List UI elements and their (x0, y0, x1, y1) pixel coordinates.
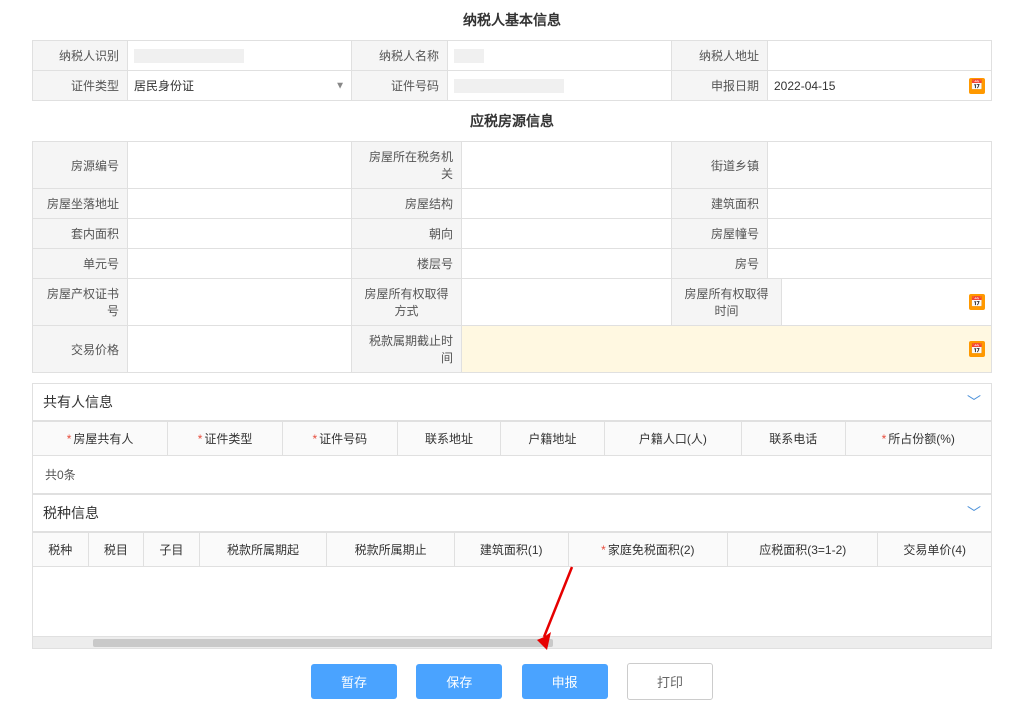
th-owner: *房屋共有人 (33, 422, 168, 456)
field-taxpayer-address[interactable] (768, 40, 992, 71)
th-phone: 联系电话 (742, 422, 845, 456)
coowner-empty-row: 共0条 (33, 456, 992, 494)
temp-save-button[interactable]: 暂存 (311, 664, 397, 699)
value-id-type: 居民身份证 (134, 77, 194, 94)
field-id-type[interactable]: 居民身份证 ▼ (128, 71, 352, 101)
dropdown-icon: ▼ (335, 80, 345, 91)
field-id-number[interactable] (448, 71, 672, 101)
coowner-table: *房屋共有人 *证件类型 *证件号码 联系地址 户籍地址 户籍人口(人) 联系电… (32, 421, 992, 494)
declare-button[interactable]: 申报 (522, 664, 608, 699)
calendar-icon[interactable]: 📅 (969, 294, 985, 310)
chevron-down-icon[interactable]: ﹀ (967, 392, 981, 412)
label-declare-date: 申报日期 (672, 71, 768, 101)
label-structure: 房屋结构 (352, 189, 462, 219)
field-acquire-time[interactable]: 📅 (782, 279, 992, 326)
field-build-area[interactable] (768, 189, 992, 219)
field-source-no[interactable] (128, 141, 352, 189)
label-town: 街道乡镇 (672, 141, 768, 189)
section-title-basic: 纳税人基本信息 (32, 0, 992, 40)
th-reg-pop: 户籍人口(人) (604, 422, 741, 456)
field-tax-org[interactable] (462, 141, 672, 189)
field-cert-no[interactable] (128, 279, 352, 326)
th-share: *所占份额(%) (845, 422, 992, 456)
print-button[interactable]: 打印 (627, 663, 713, 700)
label-floor-no: 楼层号 (352, 249, 462, 279)
th-unit-price4: 交易单价(4) (878, 533, 992, 567)
label-unit-no: 单元号 (32, 249, 128, 279)
field-structure[interactable] (462, 189, 672, 219)
field-declare-date[interactable]: 2022-04-15 📅 (768, 71, 992, 101)
label-taxpayer-id: 纳税人识别 (32, 40, 128, 71)
th-reg-addr: 户籍地址 (501, 422, 604, 456)
field-floor-no[interactable] (462, 249, 672, 279)
chevron-down-icon[interactable]: ﹀ (967, 503, 981, 523)
label-acquire-time: 房屋所有权取得时间 (672, 279, 782, 326)
label-price: 交易价格 (32, 326, 128, 373)
panel-taxinfo-title: 税种信息 (43, 503, 99, 523)
th-family-exempt2: *家庭免税面积(2) (568, 533, 728, 567)
th-period-end: 税款所属期止 (327, 533, 455, 567)
basic-row-1: 纳税人识别 纳税人名称 纳税人地址 (32, 40, 992, 71)
label-taxpayer-address: 纳税人地址 (672, 40, 768, 71)
th-tax-type: 税种 (33, 533, 89, 567)
label-id-number: 证件号码 (352, 71, 448, 101)
label-tax-period-end: 税款属期截止时间 (352, 326, 462, 373)
basic-row-2: 证件类型 居民身份证 ▼ 证件号码 申报日期 2022-04-15 📅 (32, 71, 992, 101)
th-tax-item: 税目 (88, 533, 144, 567)
value-declare-date: 2022-04-15 (774, 79, 835, 93)
label-tax-org: 房屋所在税务机关 (352, 141, 462, 189)
field-acquire-method[interactable] (462, 279, 672, 326)
label-inner-area: 套内面积 (32, 219, 128, 249)
field-price[interactable] (128, 326, 352, 373)
label-acquire-method: 房屋所有权取得方式 (352, 279, 462, 326)
field-town[interactable] (768, 141, 992, 189)
th-build-area1: 建筑面积(1) (454, 533, 568, 567)
th-id-type: *证件类型 (168, 422, 283, 456)
label-id-type: 证件类型 (32, 71, 128, 101)
field-unit-no[interactable] (128, 249, 352, 279)
label-source-no: 房源编号 (32, 141, 128, 189)
field-taxpayer-name[interactable] (448, 40, 672, 71)
save-button[interactable]: 保存 (416, 664, 502, 699)
panel-coowner-title: 共有人信息 (43, 392, 113, 412)
section-title-house: 应税房源信息 (32, 101, 992, 141)
label-block-no: 房屋幢号 (672, 219, 768, 249)
th-contact-addr: 联系地址 (397, 422, 500, 456)
taxinfo-table: 税种 税目 子目 税款所属期起 税款所属期止 建筑面积(1) *家庭免税面积(2… (32, 532, 992, 567)
th-sub-item: 子目 (144, 533, 200, 567)
label-taxpayer-name: 纳税人名称 (352, 40, 448, 71)
field-taxpayer-id[interactable] (128, 40, 352, 71)
calendar-icon[interactable]: 📅 (969, 341, 985, 357)
field-orientation[interactable] (462, 219, 672, 249)
th-period-start: 税款所属期起 (199, 533, 327, 567)
button-bar: 暂存 保存 申报 打印 (32, 649, 992, 714)
field-block-no[interactable] (768, 219, 992, 249)
field-tax-period-end[interactable]: 📅 (462, 326, 992, 373)
th-taxable-area3: 应税面积(3=1-2) (728, 533, 878, 567)
coowner-empty-text: 共0条 (33, 456, 992, 494)
calendar-icon[interactable]: 📅 (969, 78, 985, 94)
label-location: 房屋坐落地址 (32, 189, 128, 219)
field-room-no[interactable] (768, 249, 992, 279)
horizontal-scrollbar[interactable] (32, 637, 992, 649)
field-location[interactable] (128, 189, 352, 219)
label-room-no: 房号 (672, 249, 768, 279)
panel-coowner-header[interactable]: 共有人信息 ﹀ (32, 383, 992, 421)
label-cert-no: 房屋产权证书号 (32, 279, 128, 326)
label-build-area: 建筑面积 (672, 189, 768, 219)
label-orientation: 朝向 (352, 219, 462, 249)
th-id-number: *证件号码 (282, 422, 397, 456)
panel-taxinfo-header[interactable]: 税种信息 ﹀ (32, 494, 992, 532)
taxinfo-scroll-area[interactable] (32, 567, 992, 637)
scrollbar-thumb[interactable] (93, 639, 553, 647)
field-inner-area[interactable] (128, 219, 352, 249)
